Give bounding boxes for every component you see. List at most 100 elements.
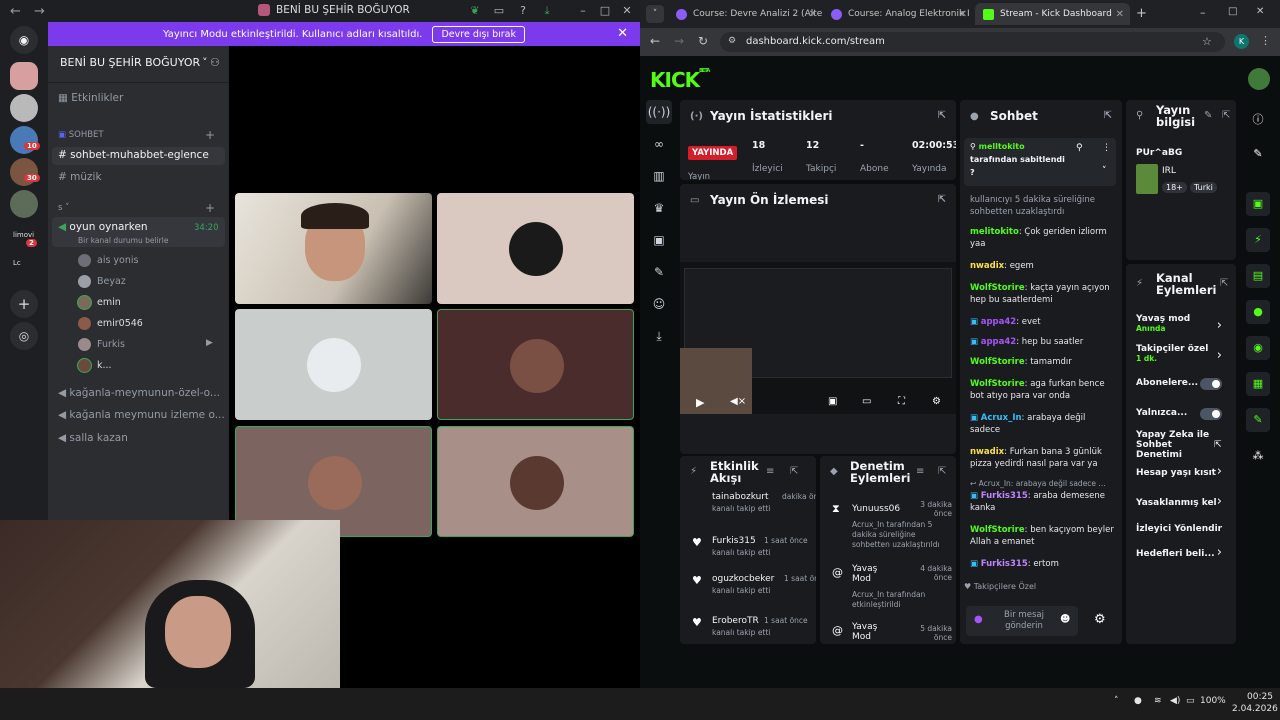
video-tile[interactable] xyxy=(437,426,634,537)
info-icon[interactable]: ⓘ xyxy=(1246,108,1270,132)
minimize-icon[interactable]: – xyxy=(576,4,590,18)
server-icon[interactable] xyxy=(10,94,38,122)
inbox-icon[interactable]: ▭ xyxy=(492,4,506,18)
back-arrow-icon[interactable]: ← xyxy=(10,4,24,19)
site-info-icon[interactable]: ⚙ xyxy=(728,36,736,46)
unpin-icon[interactable]: ⚲ xyxy=(1076,143,1083,153)
broadcast-icon[interactable]: ◉ xyxy=(1246,336,1270,360)
theater-icon[interactable]: ▭ xyxy=(862,396,871,407)
category-header[interactable]: ▣ SOHBET xyxy=(58,130,104,140)
bolt-icon[interactable]: ⚡ xyxy=(1246,228,1270,252)
popout-icon[interactable]: ⇱ xyxy=(1222,110,1230,121)
wrench-icon[interactable]: ✎ xyxy=(1246,408,1270,432)
close-tab-icon[interactable]: ✕ xyxy=(959,9,967,20)
action-goals[interactable]: Hedefleri beli... xyxy=(1136,549,1215,559)
category-header[interactable]: s ˅ xyxy=(58,203,69,213)
mute-icon[interactable]: ◀× xyxy=(730,396,746,407)
battery-icon[interactable]: ▭ xyxy=(1186,696,1195,706)
add-user-icon[interactable]: ⚇ xyxy=(210,56,220,69)
clip-icon[interactable]: ▣ xyxy=(1246,192,1270,216)
close-tab-icon[interactable]: ✕ xyxy=(809,9,817,20)
pip-icon[interactable]: ▣ xyxy=(828,396,837,407)
voice-user[interactable]: Beyaz xyxy=(78,275,126,288)
action-ai-moderation[interactable]: Yapay Zeka ile Sohbet Denetimi xyxy=(1136,430,1210,460)
voice-user[interactable]: ais yonis xyxy=(78,254,138,267)
toggle-switch[interactable] xyxy=(1200,378,1222,390)
community-icon[interactable]: ☺ xyxy=(646,292,672,316)
video-tile[interactable] xyxy=(437,309,634,420)
tab-kick-dashboard[interactable]: Stream - Kick Dashboard ✕ xyxy=(975,3,1130,25)
chevron-right-icon[interactable]: › xyxy=(1217,318,1222,333)
tab-devre-analizi[interactable]: Course: Devre Analizi 2 (Altern ✕ xyxy=(668,3,823,25)
filter-icon[interactable]: ≡ xyxy=(766,466,774,477)
discord-home-icon[interactable]: ◉ xyxy=(10,26,38,54)
emoji-icon[interactable]: ☻ xyxy=(1060,614,1070,625)
close-icon[interactable]: ✕ xyxy=(620,4,634,18)
chat-settings-icon[interactable]: ⚙ xyxy=(1094,612,1106,627)
chevron-up-icon[interactable]: ˄ xyxy=(1114,696,1119,706)
voice-channel-item[interactable]: ◀ salla kazan xyxy=(58,432,128,444)
kick-logo[interactable]: KICKBETA xyxy=(650,68,710,92)
video-tile[interactable] xyxy=(437,193,634,304)
wrench-icon[interactable]: ✎ xyxy=(646,260,672,284)
chevron-right-icon[interactable]: › xyxy=(1217,348,1222,363)
action-slow-mode[interactable]: Yavaş mod Anında xyxy=(1136,314,1190,333)
microphone-icon[interactable]: ● xyxy=(974,614,983,625)
chevron-down-icon[interactable]: ˅ xyxy=(1102,166,1107,176)
add-server-icon[interactable]: + xyxy=(10,290,38,318)
server-icon[interactable] xyxy=(10,190,38,218)
profile-avatar[interactable]: K xyxy=(1234,34,1249,49)
chat-input[interactable]: ● Bir mesaj gönderin ☻ xyxy=(966,606,1078,636)
add-channel-icon[interactable]: + xyxy=(205,201,215,215)
toggle-switch[interactable] xyxy=(1200,408,1222,420)
chevron-right-icon[interactable]: › xyxy=(1217,464,1222,479)
layout-icon[interactable]: ▦ xyxy=(1246,372,1270,396)
voice-user[interactable]: emin xyxy=(78,296,121,309)
close-tab-icon[interactable]: ✕ xyxy=(1116,9,1124,20)
external-link-icon[interactable]: ⇱ xyxy=(1214,440,1222,450)
edit-icon[interactable]: ✎ xyxy=(1204,110,1212,121)
maximize-icon[interactable]: □ xyxy=(1228,6,1237,17)
pinned-message[interactable]: ⚲ melltokito tarafından sabitlendi ? ⚲ ⋮… xyxy=(964,138,1116,186)
trophy-icon[interactable]: ♛ xyxy=(646,196,672,220)
action-emote-only[interactable]: Yalnızca... xyxy=(1136,408,1187,418)
filter-icon[interactable]: ≡ xyxy=(916,466,924,477)
more-icon[interactable]: ⋮ xyxy=(1102,143,1111,153)
channel-status[interactable]: Bir kanal durumu belirle xyxy=(78,236,168,245)
popout-icon[interactable]: ⇱ xyxy=(938,110,946,121)
forward-arrow-icon[interactable]: → xyxy=(34,4,48,19)
leaf-icon[interactable]: ❦ xyxy=(468,4,482,18)
more-menu-icon[interactable]: ⋮ xyxy=(1260,34,1271,47)
download-icon[interactable]: ⤓ xyxy=(646,324,672,348)
stream-icon[interactable]: ((·)) xyxy=(646,100,672,124)
popout-icon[interactable]: ⇱ xyxy=(938,466,946,477)
server-label[interactable]: limovi xyxy=(13,231,34,239)
channel-muzik[interactable]: # müzik xyxy=(58,171,102,183)
voice-user[interactable]: Furkis xyxy=(78,338,125,351)
download-icon[interactable]: ⤓ xyxy=(540,4,554,18)
voice-user[interactable]: emir0546 xyxy=(78,317,143,330)
action-raid[interactable]: İzleyici Yönlendir xyxy=(1136,524,1222,534)
user-avatar[interactable] xyxy=(1248,68,1270,90)
clock-date[interactable]: 2.04.2026 xyxy=(1232,704,1278,714)
action-subscribers-only[interactable]: Abonelere... xyxy=(1136,378,1198,388)
link-icon[interactable]: ∞ xyxy=(646,132,672,156)
add-channel-icon[interactable]: + xyxy=(205,128,215,142)
chevron-right-icon[interactable]: › xyxy=(1217,494,1222,509)
close-icon[interactable]: ✕ xyxy=(1256,6,1264,17)
video-tile[interactable] xyxy=(235,309,432,420)
explore-icon[interactable]: ◎ xyxy=(10,322,38,350)
action-account-age[interactable]: Hesap yaşı kısıt xyxy=(1136,468,1216,478)
chat-icon[interactable]: ● xyxy=(1246,300,1270,324)
popout-icon[interactable]: ⇱ xyxy=(790,466,798,477)
tab-analog-elektronik[interactable]: Course: Analog Elektronik I (Yü ✕ xyxy=(823,3,973,25)
server-name[interactable]: BENİ BU ŞEHİR BOĞUYOR ˅ xyxy=(58,56,208,69)
apps-icon[interactable]: ⁂ xyxy=(1246,444,1270,468)
voice-channel[interactable]: ◀ oyun oynarken xyxy=(58,221,148,233)
back-arrow-icon[interactable]: ← xyxy=(650,34,660,48)
wifi-icon[interactable]: ≋ xyxy=(1154,696,1162,706)
volume-icon[interactable]: ◀) xyxy=(1170,696,1180,706)
minimize-icon[interactable]: – xyxy=(1200,6,1206,19)
notes-icon[interactable]: ▤ xyxy=(1246,264,1270,288)
server-icon[interactable] xyxy=(10,62,38,90)
